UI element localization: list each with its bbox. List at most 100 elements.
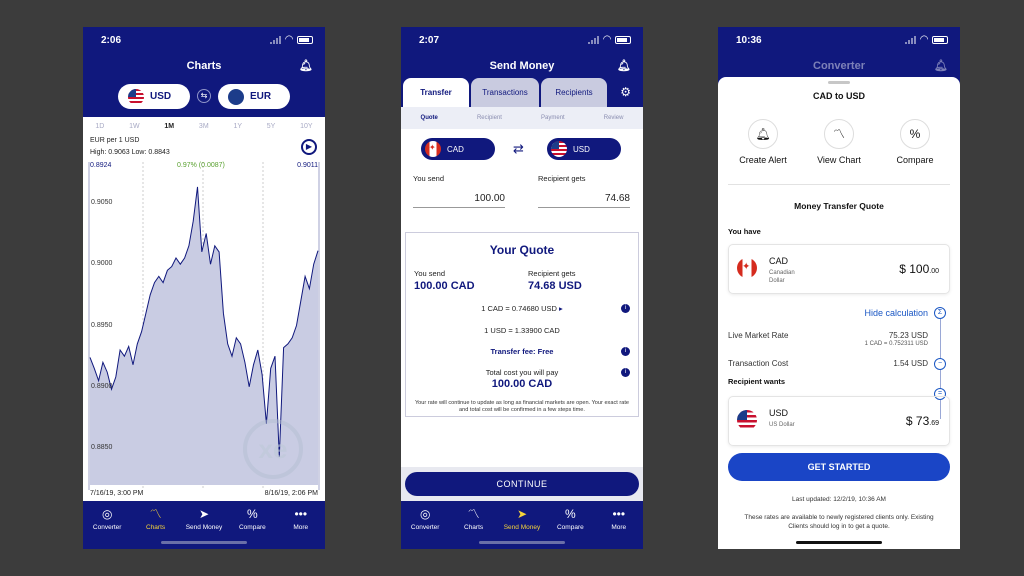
y-tick-label: 0.8850 — [91, 444, 113, 452]
want-currency-card[interactable]: USD US Dollar $ 73.69 — [728, 396, 950, 446]
y-tick-label: 0.9000 — [91, 260, 113, 268]
range-5y[interactable]: 5Y — [267, 123, 276, 130]
info-icon[interactable]: i — [621, 368, 630, 377]
signal-icon — [905, 35, 917, 44]
gear-icon[interactable]: ⚙ — [620, 85, 631, 99]
more-icon: ••• — [612, 507, 626, 521]
sheet-grabber[interactable] — [828, 81, 850, 84]
continue-button[interactable]: CONTINUE — [405, 472, 639, 496]
page-title: Converter — [813, 60, 865, 72]
us-flag-icon — [737, 410, 757, 430]
nav-bar: Converter 🔔︎ — [718, 53, 960, 79]
step-payment: Payment — [541, 115, 565, 121]
sigma-icon: Σ — [934, 307, 946, 319]
tab-label: More — [293, 524, 309, 531]
transaction-cost-value: 1.54 USD — [893, 359, 928, 368]
tab-label: Compare — [238, 524, 266, 531]
y-tick-label: 0.9050 — [91, 198, 113, 206]
bell-icon[interactable]: 🔔︎ — [299, 53, 313, 79]
tab-converter[interactable]: ◎ Converter — [401, 507, 449, 549]
quote-receive-amount: 74.68 USD — [528, 280, 582, 292]
send-amount-input[interactable]: 100.00 — [413, 193, 505, 208]
step-indicator: Quote Recipient Payment Review — [401, 107, 643, 129]
bell-icon[interactable]: 🔔︎ — [617, 53, 631, 79]
page-title: Charts — [186, 60, 222, 72]
us-flag-icon — [551, 141, 567, 157]
tab-more[interactable]: ••• More — [277, 507, 325, 549]
from-currency-button[interactable]: CAD — [421, 138, 495, 160]
expand-arrow-icon[interactable]: ▸ — [559, 304, 563, 313]
converter-screen: 10:36 ◠ Converter 🔔︎ CAD to USD 🔔︎ Creat… — [718, 27, 960, 549]
disclaimer: Your rate will continue to update as lon… — [414, 400, 630, 413]
range-1y[interactable]: 1Y — [233, 123, 242, 130]
compare-button[interactable]: % Compare — [880, 119, 950, 165]
info-icon[interactable]: i — [621, 347, 630, 356]
tab-transactions[interactable]: Transactions — [471, 78, 539, 108]
have-amount-cents: .00 — [929, 268, 939, 275]
send-icon: ➤ — [516, 507, 527, 521]
us-flag-icon — [128, 88, 144, 105]
xe-watermark: xe — [243, 419, 303, 479]
high-low-label: High: 0.9063 Low: 0.8843 — [90, 149, 170, 156]
info-icon[interactable]: i — [621, 304, 630, 313]
quote-send-amount: 100.00 CAD — [414, 280, 475, 292]
total-value: 100.00 CAD — [491, 378, 553, 390]
charts-screen: 2:06 ◠ Charts 🔔︎ USD ⇆ EUR 1D 1W 1M 3M 1… — [83, 27, 325, 549]
tab-label: Converter — [92, 524, 122, 531]
have-currency-card[interactable]: CAD Canadian Dollar $ 100.00 — [728, 244, 950, 294]
percent-icon: % — [900, 119, 930, 149]
from-currency-button[interactable]: USD — [118, 84, 190, 109]
signal-icon — [270, 35, 282, 44]
canada-flag-icon — [737, 258, 757, 278]
battery-icon — [932, 35, 948, 44]
get-started-button[interactable]: GET STARTED — [728, 453, 950, 481]
want-amount[interactable]: $ 73.69 — [906, 414, 939, 428]
action-label: View Chart — [817, 155, 861, 165]
nav-bar: Send Money 🔔︎ — [401, 53, 643, 79]
you-have-label: You have — [728, 227, 761, 236]
range-1m[interactable]: 1M — [164, 123, 174, 130]
tab-transfer[interactable]: Transfer — [403, 78, 469, 108]
create-alert-button[interactable]: 🔔︎ Create Alert — [728, 119, 798, 165]
tab-converter[interactable]: ◎ Converter — [83, 507, 131, 549]
chart-icon: 〽 — [467, 507, 480, 521]
quote-card: Your Quote You send Recipient gets 100.0… — [405, 232, 639, 417]
coins-icon: ◎ — [101, 507, 113, 521]
to-currency-button[interactable]: EUR — [218, 84, 290, 109]
bell-icon[interactable]: 🔔︎ — [934, 53, 948, 79]
status-icons: ◠ — [270, 34, 313, 45]
step-quote: Quote — [420, 115, 438, 121]
range-1d[interactable]: 1D — [95, 123, 104, 130]
view-chart-button[interactable]: 〽 View Chart — [804, 119, 874, 165]
tab-label: Converter — [410, 524, 440, 531]
tab-recipients[interactable]: Recipients — [541, 78, 607, 108]
tab-label: More — [611, 524, 627, 531]
have-amount[interactable]: $ 100.00 — [899, 262, 939, 276]
range-1w[interactable]: 1W — [129, 123, 140, 130]
range-3m[interactable]: 3M — [199, 123, 209, 130]
page-title: Send Money — [489, 60, 555, 72]
to-currency-button[interactable]: USD — [547, 138, 621, 160]
play-icon[interactable]: ▶ — [301, 139, 317, 155]
total-label: Total cost you will pay — [485, 368, 559, 377]
tab-more[interactable]: ••• More — [595, 507, 643, 549]
swap-icon[interactable]: ⇆ — [197, 89, 211, 103]
transfer-fee: Transfer fee: Free — [490, 347, 554, 356]
to-currency-code: EUR — [250, 91, 272, 102]
send-money-screen: 2:07 ◠ Send Money 🔔︎ Transfer Transactio… — [401, 27, 643, 549]
battery-icon — [297, 35, 313, 44]
you-send-label: You send — [413, 174, 445, 183]
battery-icon — [615, 35, 631, 44]
swap-icon[interactable]: ⇄ — [513, 141, 524, 157]
home-indicator — [161, 541, 247, 544]
range-10y[interactable]: 10Y — [300, 123, 312, 130]
wifi-icon: ◠ — [603, 34, 611, 45]
tab-label: Charts — [146, 524, 166, 531]
from-currency-code: USD — [150, 91, 172, 102]
receive-amount-input[interactable]: 74.68 — [538, 193, 630, 208]
open-value: 0.8924 — [90, 162, 112, 169]
hide-calculation-link[interactable]: Hide calculation — [864, 308, 928, 318]
range-selector: 1D 1W 1M 3M 1Y 5Y 10Y — [83, 123, 325, 130]
recipient-gets-label: Recipient gets — [538, 174, 586, 183]
wifi-icon: ◠ — [920, 34, 928, 45]
